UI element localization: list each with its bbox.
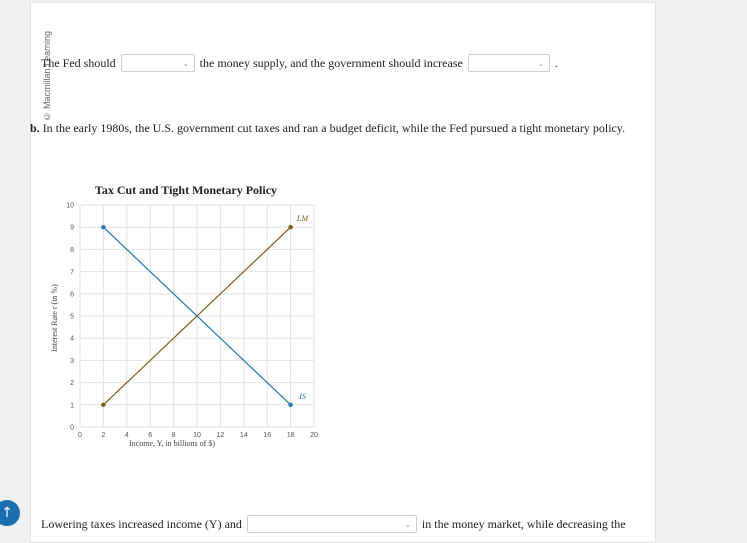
fed-action-dropdown[interactable]: ⌄ xyxy=(120,54,195,72)
question-2-row: Lowering taxes increased income (Y) and … xyxy=(41,515,626,533)
x-axis-label: Income, Y, in billions of $) xyxy=(129,439,215,448)
y-tick-label: 0 xyxy=(70,425,74,432)
q2-text-after: in the money market, while decreasing th… xyxy=(421,516,626,531)
x-tick-label: 0 xyxy=(78,432,82,439)
is-lm-chart: 0 2 4 6 8 10 12 14 16 18 20012345678910 LMIS Tax C… xyxy=(50,183,318,448)
is-curve-label: IS xyxy=(298,392,306,401)
chevron-down-icon: ⌄ xyxy=(537,60,544,68)
q1-text-end: . xyxy=(554,55,558,70)
y-tick-label: 7 xyxy=(70,269,74,276)
x-tick-label: 8 xyxy=(172,432,176,439)
x-tick-label: 20 xyxy=(310,432,318,439)
y-tick-label: 8 xyxy=(70,247,74,254)
x-tick-label: 18 xyxy=(287,432,295,439)
y-tick-label: 3 xyxy=(70,358,74,365)
x-tick-label: 12 xyxy=(217,432,225,439)
part-b-prompt: b. In the early 1980s, the U.S. governme… xyxy=(30,121,625,136)
x-tick-label: 6 xyxy=(148,432,152,439)
y-tick-label: 6 xyxy=(70,291,74,298)
lm-endpoint xyxy=(101,402,106,407)
part-b-label: b. xyxy=(30,121,40,135)
x-tick-label: 4 xyxy=(125,432,129,439)
lm-endpoint xyxy=(288,225,293,230)
copyright-label: © Macmillan Learning xyxy=(42,31,52,122)
government-action-dropdown[interactable]: ⌄ xyxy=(467,54,550,72)
arrow-up-icon: ↑ xyxy=(1,505,13,521)
q2-text-before: Lowering taxes increased income (Y) and xyxy=(41,516,242,531)
x-tick-label: 16 xyxy=(263,432,271,439)
is-endpoint xyxy=(101,225,106,230)
y-tick-label: 1 xyxy=(70,402,74,409)
money-market-dropdown[interactable]: ⌄ xyxy=(246,515,417,533)
x-tick-label: 14 xyxy=(240,432,248,439)
chart-title: Tax Cut and Tight Monetary Policy xyxy=(95,183,277,197)
q1-text-before: The Fed should xyxy=(41,55,116,70)
y-tick-label: 2 xyxy=(70,380,74,387)
scroll-up-button[interactable]: ↑ xyxy=(0,500,20,526)
y-tick-label: 10 xyxy=(66,203,74,210)
lm-curve-label: LM xyxy=(296,214,309,223)
question-1-row: The Fed should ⌄ the money supply, and t… xyxy=(41,54,558,72)
x-tick-label: 2 xyxy=(101,432,105,439)
y-axis-label: Interest Rate r (in %) xyxy=(50,284,59,352)
y-tick-label: 9 xyxy=(70,225,74,232)
chevron-down-icon: ⌄ xyxy=(182,60,189,68)
x-tick-label: 10 xyxy=(193,432,201,439)
q1-text-middle: the money supply, and the government sho… xyxy=(199,55,463,70)
y-tick-label: 5 xyxy=(70,314,74,321)
part-b-text: In the early 1980s, the U.S. government … xyxy=(42,121,626,135)
is-endpoint xyxy=(288,402,293,407)
y-tick-label: 4 xyxy=(70,336,74,343)
chevron-down-icon: ⌄ xyxy=(405,521,411,529)
